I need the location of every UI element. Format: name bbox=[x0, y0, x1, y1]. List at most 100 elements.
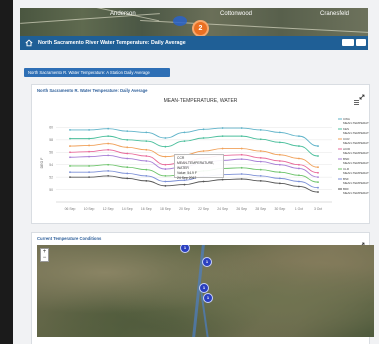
data-point bbox=[317, 171, 319, 174]
map-marker[interactable] bbox=[173, 16, 187, 26]
data-point bbox=[107, 170, 110, 172]
data-point bbox=[317, 191, 319, 193]
data-point bbox=[317, 186, 319, 189]
data-point bbox=[164, 155, 167, 158]
cluster-marker[interactable]: 2 bbox=[192, 20, 209, 36]
y-tick-label: 54 bbox=[49, 163, 53, 167]
data-point bbox=[278, 182, 281, 185]
zoom-out-button[interactable]: − bbox=[41, 255, 48, 261]
page: Anderson Cottonwood Cranesfeld 2 North S… bbox=[13, 0, 379, 344]
data-point bbox=[298, 163, 300, 166]
x-tick-label: 3 Oct bbox=[314, 207, 322, 211]
chart-panel: North Sacramento R. Water Temperature: D… bbox=[31, 84, 370, 224]
data-point bbox=[259, 175, 262, 177]
data-point bbox=[317, 181, 319, 184]
data-point bbox=[88, 144, 90, 147]
data-point bbox=[221, 127, 224, 129]
data-point bbox=[164, 184, 167, 187]
data-point bbox=[298, 157, 300, 160]
data-point bbox=[259, 129, 262, 131]
station-marker[interactable]: 1 bbox=[199, 283, 209, 293]
data-point bbox=[145, 160, 148, 162]
data-point bbox=[145, 140, 148, 142]
data-point bbox=[88, 171, 90, 174]
data-point bbox=[126, 177, 129, 180]
legend-label: CLRMEAN-TEMPERATURE, WATER bbox=[343, 167, 369, 175]
data-point bbox=[202, 137, 205, 139]
data-point bbox=[259, 150, 262, 152]
data-point bbox=[298, 145, 300, 147]
page-title: North Sacramento River Water Temperature… bbox=[38, 40, 186, 46]
conditions-map[interactable]: + − 1 1 1 1 bbox=[37, 245, 374, 337]
data-point bbox=[69, 176, 71, 179]
home-icon[interactable] bbox=[24, 38, 34, 48]
data-point bbox=[278, 171, 281, 174]
data-point bbox=[164, 145, 167, 148]
data-point bbox=[221, 147, 224, 150]
x-tick-label: 06 Sep bbox=[65, 207, 76, 211]
data-point bbox=[126, 152, 129, 155]
data-point bbox=[69, 165, 71, 167]
x-tick-label: 30 Sep bbox=[274, 207, 285, 211]
station-marker[interactable]: 1 bbox=[203, 293, 213, 303]
data-point bbox=[107, 142, 110, 145]
data-point bbox=[164, 168, 167, 170]
data-point bbox=[107, 127, 110, 130]
legend-label: ACIDMEAN-TEMPERATURE, WATER bbox=[343, 147, 369, 155]
data-point bbox=[107, 148, 110, 151]
x-tick-label: 10 Sep bbox=[84, 207, 95, 211]
station-marker[interactable]: 1 bbox=[180, 245, 190, 253]
data-point bbox=[107, 135, 110, 138]
data-point bbox=[107, 175, 110, 177]
y-tick-label: 50 bbox=[49, 188, 53, 192]
data-point bbox=[126, 138, 129, 141]
data-point bbox=[278, 163, 281, 166]
data-point bbox=[240, 178, 243, 180]
conditions-panel-title: Current Temperature Conditions bbox=[37, 236, 102, 241]
data-point bbox=[278, 131, 281, 134]
header-control[interactable] bbox=[356, 39, 366, 46]
map-overview[interactable]: Anderson Cottonwood Cranesfeld 2 bbox=[20, 8, 368, 36]
data-point bbox=[221, 178, 224, 181]
data-point bbox=[126, 157, 129, 160]
header-control[interactable] bbox=[342, 39, 354, 46]
data-point bbox=[317, 145, 319, 147]
station-select-button[interactable]: North Sacramento R. Water Temperature: A… bbox=[24, 68, 170, 77]
data-point bbox=[240, 127, 243, 129]
expand-icon[interactable] bbox=[359, 235, 365, 248]
data-point bbox=[126, 146, 129, 149]
data-point bbox=[240, 166, 243, 169]
data-point bbox=[240, 135, 243, 138]
station-marker[interactable]: 1 bbox=[202, 257, 212, 267]
data-point bbox=[107, 163, 110, 166]
y-axis-label: DEG F bbox=[40, 158, 44, 169]
map-label: Cottonwood bbox=[220, 11, 253, 17]
data-point bbox=[126, 166, 129, 169]
data-point bbox=[88, 155, 90, 158]
chart-tooltip: CCR MEAN-TEMPERATURE, WATER Value: 54.9 … bbox=[174, 154, 224, 180]
data-point bbox=[107, 154, 110, 157]
data-point bbox=[298, 167, 300, 170]
data-point bbox=[88, 129, 90, 131]
legend-label: BDFMEAN-TEMPERATURE, WATER bbox=[343, 187, 369, 195]
data-point bbox=[259, 168, 262, 171]
data-point bbox=[317, 155, 319, 157]
data-point bbox=[88, 150, 90, 153]
data-point bbox=[317, 166, 319, 169]
data-point bbox=[259, 160, 262, 163]
data-point bbox=[240, 147, 243, 150]
data-point bbox=[240, 153, 243, 156]
x-tick-label: 28 Sep bbox=[255, 207, 266, 211]
data-point bbox=[69, 156, 71, 159]
data-point bbox=[126, 172, 129, 175]
y-tick-label: 60 bbox=[49, 126, 53, 130]
legend-label: KESMEAN-TEMPERATURE, WATER bbox=[343, 127, 369, 135]
zoom-control[interactable]: + − bbox=[40, 248, 49, 262]
y-tick-label: 56 bbox=[49, 150, 53, 154]
data-point bbox=[69, 137, 71, 140]
data-point bbox=[278, 160, 281, 162]
data-point bbox=[278, 177, 281, 180]
data-point bbox=[259, 156, 262, 159]
tooltip-line: MEAN-TEMPERATURE, WATER bbox=[177, 161, 215, 170]
data-point bbox=[145, 168, 148, 171]
